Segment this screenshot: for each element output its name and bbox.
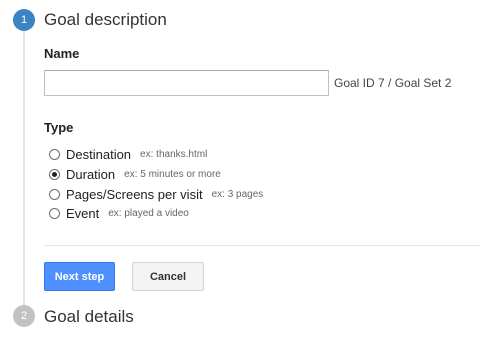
step-2-title[interactable]: Goal details (44, 307, 134, 327)
duration-label[interactable]: Duration (66, 167, 115, 182)
event-radio[interactable] (49, 207, 60, 219)
destination-hint: ex: thanks.html (140, 148, 208, 160)
duration-hint: ex: 5 minutes or more (124, 168, 221, 180)
destination-radio[interactable] (49, 148, 60, 160)
cancel-button[interactable]: Cancel (132, 262, 204, 291)
next-step-button[interactable]: Next step (44, 262, 115, 291)
name-label: Name (44, 46, 80, 61)
event-hint: ex: played a video (108, 207, 189, 219)
duration-radio[interactable] (49, 168, 60, 180)
event-label[interactable]: Event (66, 206, 99, 221)
pages-screens-label[interactable]: Pages/Screens per visit (66, 187, 203, 202)
pages-screens-radio[interactable] (49, 188, 60, 200)
step-2-badge: 2 (13, 305, 35, 327)
step-1-badge: 1 (13, 9, 35, 31)
step-1-title: Goal description (44, 10, 167, 29)
type-option-pages-screens[interactable]: Pages/Screens per visit ex: 3 pages (49, 185, 263, 203)
type-option-duration[interactable]: Duration ex: 5 minutes or more (49, 165, 221, 183)
destination-label[interactable]: Destination (66, 147, 131, 162)
goal-id-text: Goal ID 7 / Goal Set 2 (334, 76, 452, 90)
step-progress-line (23, 30, 25, 306)
type-option-event[interactable]: Event ex: played a video (49, 204, 189, 222)
type-label: Type (44, 120, 74, 135)
goal-name-input[interactable] (44, 70, 329, 96)
pages-screens-hint: ex: 3 pages (211, 188, 264, 200)
section-divider (44, 245, 480, 246)
type-option-destination[interactable]: Destination ex: thanks.html (49, 145, 207, 163)
